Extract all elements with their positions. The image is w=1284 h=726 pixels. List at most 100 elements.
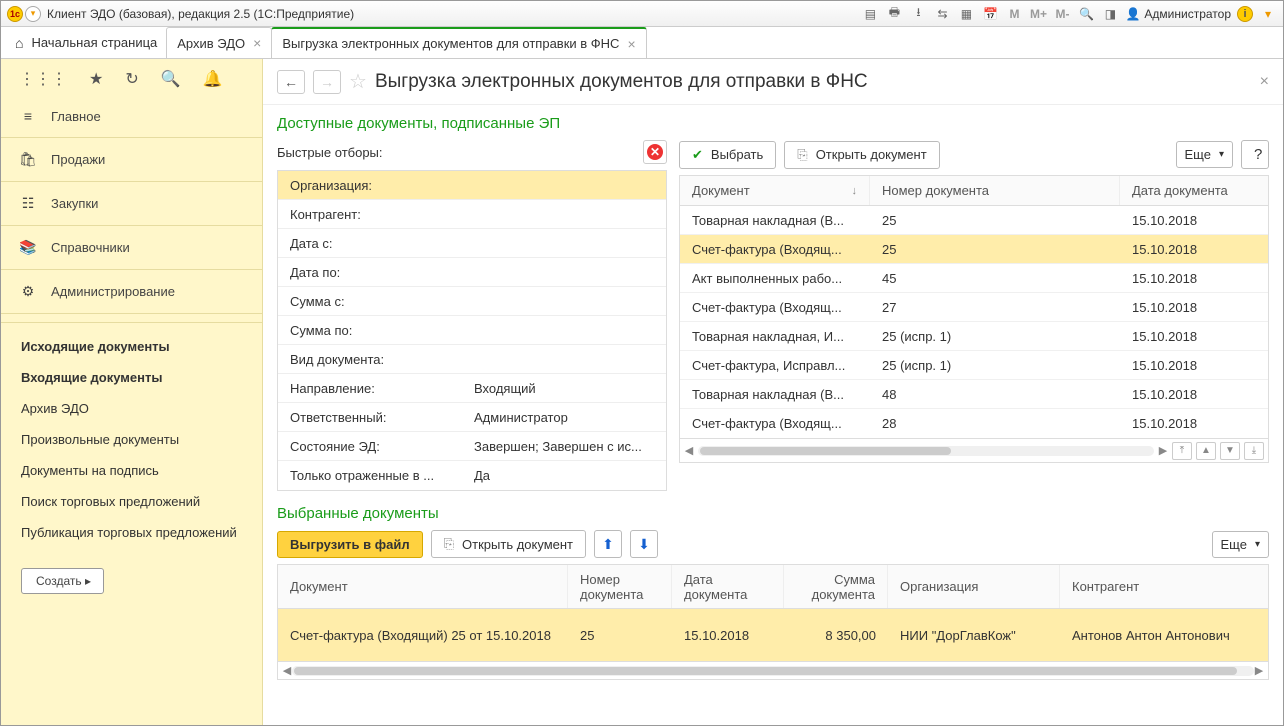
sidebar-item[interactable]: ⚙Администрирование [1, 274, 262, 309]
favorite-star-icon[interactable]: ☆ [349, 69, 367, 94]
col-number[interactable]: Номер документа [870, 176, 1120, 205]
titlebar-info-icon[interactable]: i [1237, 6, 1253, 22]
sidebar-sub-item[interactable]: Поиск торговых предложений [1, 486, 262, 517]
page-down-icon[interactable]: ▼ [1220, 442, 1240, 460]
sidebar-sub-item[interactable]: Входящие документы [1, 362, 262, 393]
titlebar-dropdown-icon[interactable]: ▾ [1259, 5, 1277, 23]
scol-org[interactable]: Организация [888, 565, 1060, 608]
sidebar-create-button[interactable]: Создать ▸ [21, 568, 104, 594]
table-row[interactable]: Акт выполненных рабо...4515.10.2018 [680, 264, 1268, 293]
scol-document[interactable]: Документ [278, 565, 568, 608]
filter-key: Вид документа: [278, 352, 466, 367]
scol-sum[interactable]: Сумма документа [784, 565, 888, 608]
titlebar-m-minus[interactable]: M- [1053, 5, 1071, 23]
tab-home[interactable]: ⌂ Начальная страница [5, 27, 167, 58]
filter-row[interactable]: Направление:Входящий [278, 374, 666, 403]
sidebar-star-icon[interactable]: ★ [89, 69, 103, 89]
more-button[interactable]: Еще▾ [1176, 141, 1233, 168]
table-row[interactable]: Счет-фактура (Входящий) 25 от 15.10.2018… [278, 609, 1268, 661]
filter-row[interactable]: Организация: [278, 171, 666, 200]
filter-row[interactable]: Контрагент: [278, 200, 666, 229]
table-row[interactable]: Счет-фактура, Исправл...25 (испр. 1)15.1… [680, 351, 1268, 380]
titlebar-icon-calendar[interactable]: 📅 [981, 5, 999, 23]
sidebar-search-icon[interactable]: 🔍 [161, 69, 181, 89]
table-row[interactable]: Товарная накладная, И...25 (испр. 1)15.1… [680, 322, 1268, 351]
open-button-label: Открыть документ [816, 147, 927, 162]
titlebar-icon-compare[interactable]: ⇆ [933, 5, 951, 23]
titlebar-m[interactable]: M [1005, 5, 1023, 23]
filter-row[interactable]: Дата по: [278, 258, 666, 287]
select-button[interactable]: ✔Выбрать [679, 141, 776, 169]
titlebar-user[interactable]: 👤 Администратор [1125, 7, 1231, 21]
export-button[interactable]: Выгрузить в файл [277, 531, 423, 558]
filter-key: Направление: [278, 381, 466, 396]
sidebar-sub-item[interactable]: Исходящие документы [1, 331, 262, 362]
filter-row[interactable]: Ответственный:Администратор [278, 403, 666, 432]
page-close-icon[interactable]: × [1260, 73, 1269, 91]
sidebar-sub-item[interactable]: Документы на подпись [1, 455, 262, 486]
filter-row[interactable]: Вид документа: [278, 345, 666, 374]
table-row[interactable]: Счет-фактура (Входящ...2815.10.2018 [680, 409, 1268, 438]
sidebar-history-icon[interactable]: ↻ [125, 69, 138, 89]
page-first-icon[interactable]: ⤒ [1172, 442, 1192, 460]
nav-forward-button[interactable]: → [313, 70, 341, 94]
titlebar-zoom-icon[interactable]: 🔍 [1077, 5, 1095, 23]
open-selected-document-button[interactable]: ⎘Открыть документ [431, 530, 586, 558]
hscrollbar[interactable] [292, 666, 1254, 676]
cell-number: 25 (испр. 1) [870, 329, 1120, 344]
sidebar-sub-item[interactable]: Публикация торговых предложений [1, 517, 262, 548]
filter-row[interactable]: Только отраженные в ...Да [278, 461, 666, 490]
page-last-icon[interactable]: ⤓ [1244, 442, 1264, 460]
help-button[interactable]: ? [1241, 140, 1269, 169]
table-row[interactable]: Товарная накладная (В...2515.10.2018 [680, 206, 1268, 235]
titlebar-icon-calc[interactable]: ▦ [957, 5, 975, 23]
page-up-icon[interactable]: ▲ [1196, 442, 1216, 460]
scroll-right-icon[interactable]: ▶ [1254, 664, 1264, 677]
sidebar-menu-icon[interactable]: ⋮⋮⋮ [19, 69, 67, 89]
cell-date: 15.10.2018 [672, 628, 784, 643]
sidebar-item[interactable]: ☷Закупки [1, 186, 262, 221]
titlebar-icon-file[interactable]: ▤ [861, 5, 879, 23]
scroll-left-icon[interactable]: ◀ [282, 664, 292, 677]
filter-row[interactable]: Дата с: [278, 229, 666, 258]
scol-number[interactable]: Номер документа [568, 565, 672, 608]
move-down-button[interactable]: ⬇ [630, 530, 658, 558]
move-up-button[interactable]: ⬆ [594, 530, 622, 558]
sidebar-item[interactable]: 🛍Продажи [1, 142, 262, 177]
cell-contr: Антонов Антон Антонович [1060, 628, 1268, 643]
sidebar-bell-icon[interactable]: 🔔 [203, 69, 223, 89]
scol-contr[interactable]: Контрагент [1060, 565, 1268, 608]
tab-archive[interactable]: Архив ЭДО × [166, 27, 272, 58]
more-selected-button[interactable]: Еще▾ [1212, 531, 1269, 558]
sidebar-sub-item[interactable]: Архив ЭДО [1, 393, 262, 424]
filter-row[interactable]: Сумма с: [278, 287, 666, 316]
cell-document: Товарная накладная (В... [680, 213, 870, 228]
sidebar-sub-item[interactable]: Произвольные документы [1, 424, 262, 455]
app-menu-dropdown-icon[interactable]: ▾ [25, 6, 41, 22]
scroll-right-icon[interactable]: ▶ [1158, 444, 1168, 457]
titlebar-icon-save[interactable]: ⭳ [909, 5, 927, 23]
titlebar-m-plus[interactable]: M+ [1029, 5, 1047, 23]
sidebar-item[interactable]: ≡Главное [1, 99, 262, 133]
table-row[interactable]: Счет-фактура (Входящ...2715.10.2018 [680, 293, 1268, 322]
sidebar-item-icon: ⚙ [19, 283, 37, 300]
tab-export-fns[interactable]: Выгрузка электронных документов для отпр… [271, 27, 646, 58]
titlebar-panels-icon[interactable]: ◨ [1101, 5, 1119, 23]
scol-date[interactable]: Дата документа [672, 565, 784, 608]
table-row[interactable]: Товарная накладная (В...4815.10.2018 [680, 380, 1268, 409]
filter-row[interactable]: Состояние ЭД:Завершен; Завершен с ис... [278, 432, 666, 461]
open-document-button[interactable]: ⎘Открыть документ [784, 141, 939, 169]
sidebar-item[interactable]: 📚Справочники [1, 230, 262, 265]
filter-row[interactable]: Сумма по: [278, 316, 666, 345]
col-document[interactable]: Документ↓ [680, 176, 870, 205]
close-icon[interactable]: × [253, 35, 261, 51]
clear-filters-button[interactable]: ✕ [643, 140, 667, 164]
titlebar-icon-print[interactable]: 🖶 [885, 5, 903, 23]
hscrollbar[interactable] [698, 446, 1154, 456]
table-row[interactable]: Счет-фактура (Входящ...2515.10.2018 [680, 235, 1268, 264]
nav-back-button[interactable]: ← [277, 70, 305, 94]
clear-icon: ✕ [647, 144, 663, 160]
close-icon[interactable]: × [627, 36, 635, 52]
col-date[interactable]: Дата документа [1120, 176, 1268, 205]
scroll-left-icon[interactable]: ◀ [684, 444, 694, 457]
